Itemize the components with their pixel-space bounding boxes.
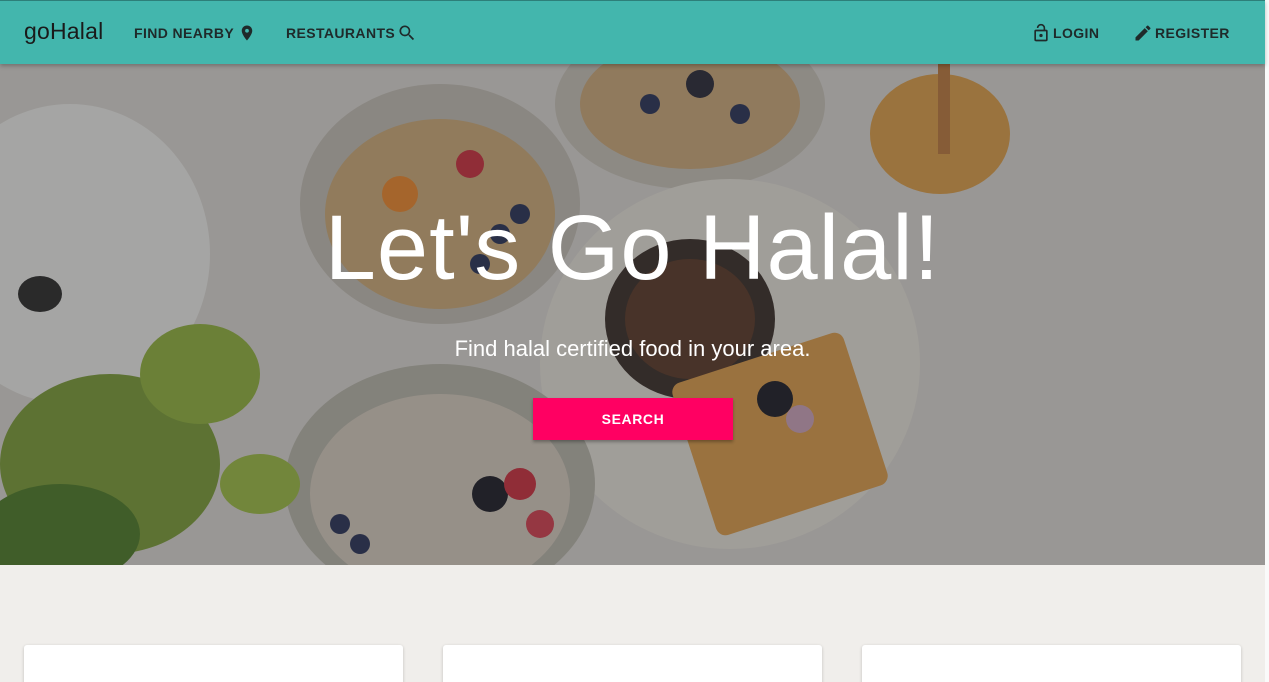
nav-login[interactable]: LOGIN: [1031, 21, 1099, 45]
page: goHalal FIND NEARBY RESTAURANTS LOGIN RE…: [0, 0, 1269, 682]
search-button[interactable]: SEARCH: [533, 398, 733, 440]
lock-icon: [1034, 23, 1048, 42]
nav-register[interactable]: REGISTER: [1133, 21, 1230, 45]
feature-card-3: [862, 645, 1241, 682]
hero-section: Let's Go Halal! Find halal certified foo…: [0, 64, 1265, 565]
search-icon: [399, 25, 415, 41]
hero-overlay: [0, 64, 1265, 565]
nav-login-label: LOGIN: [1053, 25, 1100, 41]
pencil-icon: [1135, 25, 1151, 41]
feature-card-1: [24, 645, 403, 682]
nav-register-label: REGISTER: [1155, 25, 1230, 41]
nav-find-nearby-label: FIND NEARBY: [134, 25, 235, 41]
nav-restaurants[interactable]: RESTAURANTS: [286, 21, 417, 45]
scrollbar[interactable]: [1265, 0, 1269, 682]
hero-subtitle: Find halal certified food in your area.: [454, 336, 811, 361]
brand-logo[interactable]: goHalal: [24, 18, 103, 45]
location-pin-icon: [241, 25, 253, 41]
nav-restaurants-label: RESTAURANTS: [286, 25, 396, 41]
nav-find-nearby[interactable]: FIND NEARBY: [134, 21, 256, 45]
navbar: goHalal FIND NEARBY RESTAURANTS LOGIN RE…: [0, 0, 1265, 64]
feature-card-2: [443, 645, 822, 682]
hero-title: Let's Go Halal!: [324, 197, 941, 299]
